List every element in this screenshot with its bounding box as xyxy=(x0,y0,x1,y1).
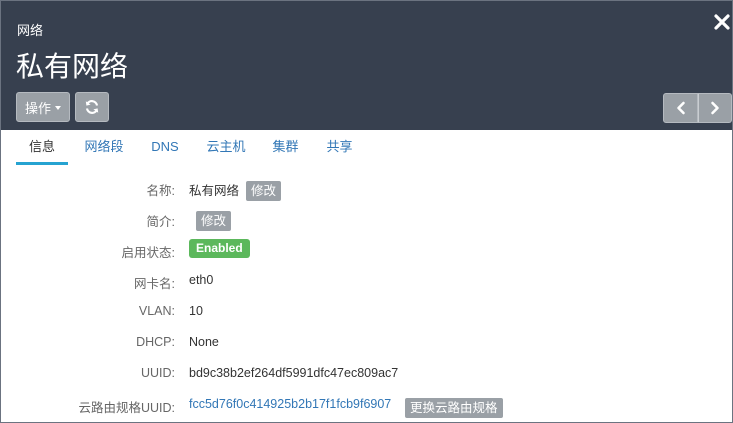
chevron-right-icon xyxy=(711,101,719,115)
actions-dropdown-button[interactable]: 操作 xyxy=(16,92,70,122)
vlan-label: VLAN: xyxy=(138,304,175,318)
uuid-value: bd9c38b2ef264df5991dfc47ec809ac7 xyxy=(189,366,399,380)
chevron-left-icon xyxy=(676,101,685,115)
next-button[interactable] xyxy=(698,93,732,123)
router-spec-label: 云路由规格UUID: xyxy=(78,401,175,415)
edit-description-button[interactable]: 修改 xyxy=(196,211,232,231)
nic-label: 网卡名: xyxy=(134,277,175,291)
tab-info[interactable]: 信息 xyxy=(16,130,68,165)
tab-network-ranges[interactable]: 网络段 xyxy=(84,130,124,165)
vlan-value: 10 xyxy=(189,304,203,318)
description-label: 简介: xyxy=(146,215,175,229)
tab-vm-instances[interactable]: 云主机 xyxy=(206,130,246,165)
caret-down-icon xyxy=(55,106,61,110)
previous-button[interactable] xyxy=(663,93,698,123)
uuid-label: UUID: xyxy=(140,366,175,380)
name-value: 私有网络 xyxy=(189,184,240,198)
page-title: 私有网络 xyxy=(16,50,129,83)
status-badge: Enabled xyxy=(189,239,250,258)
dhcp-label: DHCP: xyxy=(136,335,175,349)
panel-subtitle: 网络 xyxy=(17,23,44,38)
status-label: 启用状态: xyxy=(121,246,175,260)
refresh-icon xyxy=(85,100,99,114)
nic-value: eth0 xyxy=(189,273,214,287)
tab-clusters[interactable]: 集群 xyxy=(272,130,299,165)
close-button[interactable] xyxy=(713,13,731,31)
detail-panel: 网络 私有网络 操作 信息 网络段 DNS 云主机 集群 共享 名称: 私有网络… xyxy=(0,0,733,423)
tab-bar: 信息 网络段 DNS 云主机 集群 共享 xyxy=(16,130,716,166)
edit-name-button[interactable]: 修改 xyxy=(246,181,282,201)
actions-label: 操作 xyxy=(24,100,51,116)
dhcp-value: None xyxy=(189,335,219,349)
panel-header: 网络 私有网络 操作 xyxy=(1,1,732,130)
change-router-spec-button[interactable]: 更换云路由规格 xyxy=(405,398,503,418)
name-label: 名称: xyxy=(146,184,175,198)
refresh-button[interactable] xyxy=(75,92,109,122)
tab-sharing[interactable]: 共享 xyxy=(326,130,353,165)
tab-dns[interactable]: DNS xyxy=(151,130,179,165)
router-spec-link[interactable]: fcc5d76f0c414925b2b17f1fcb9f6907 xyxy=(189,397,391,411)
close-icon xyxy=(714,14,730,30)
